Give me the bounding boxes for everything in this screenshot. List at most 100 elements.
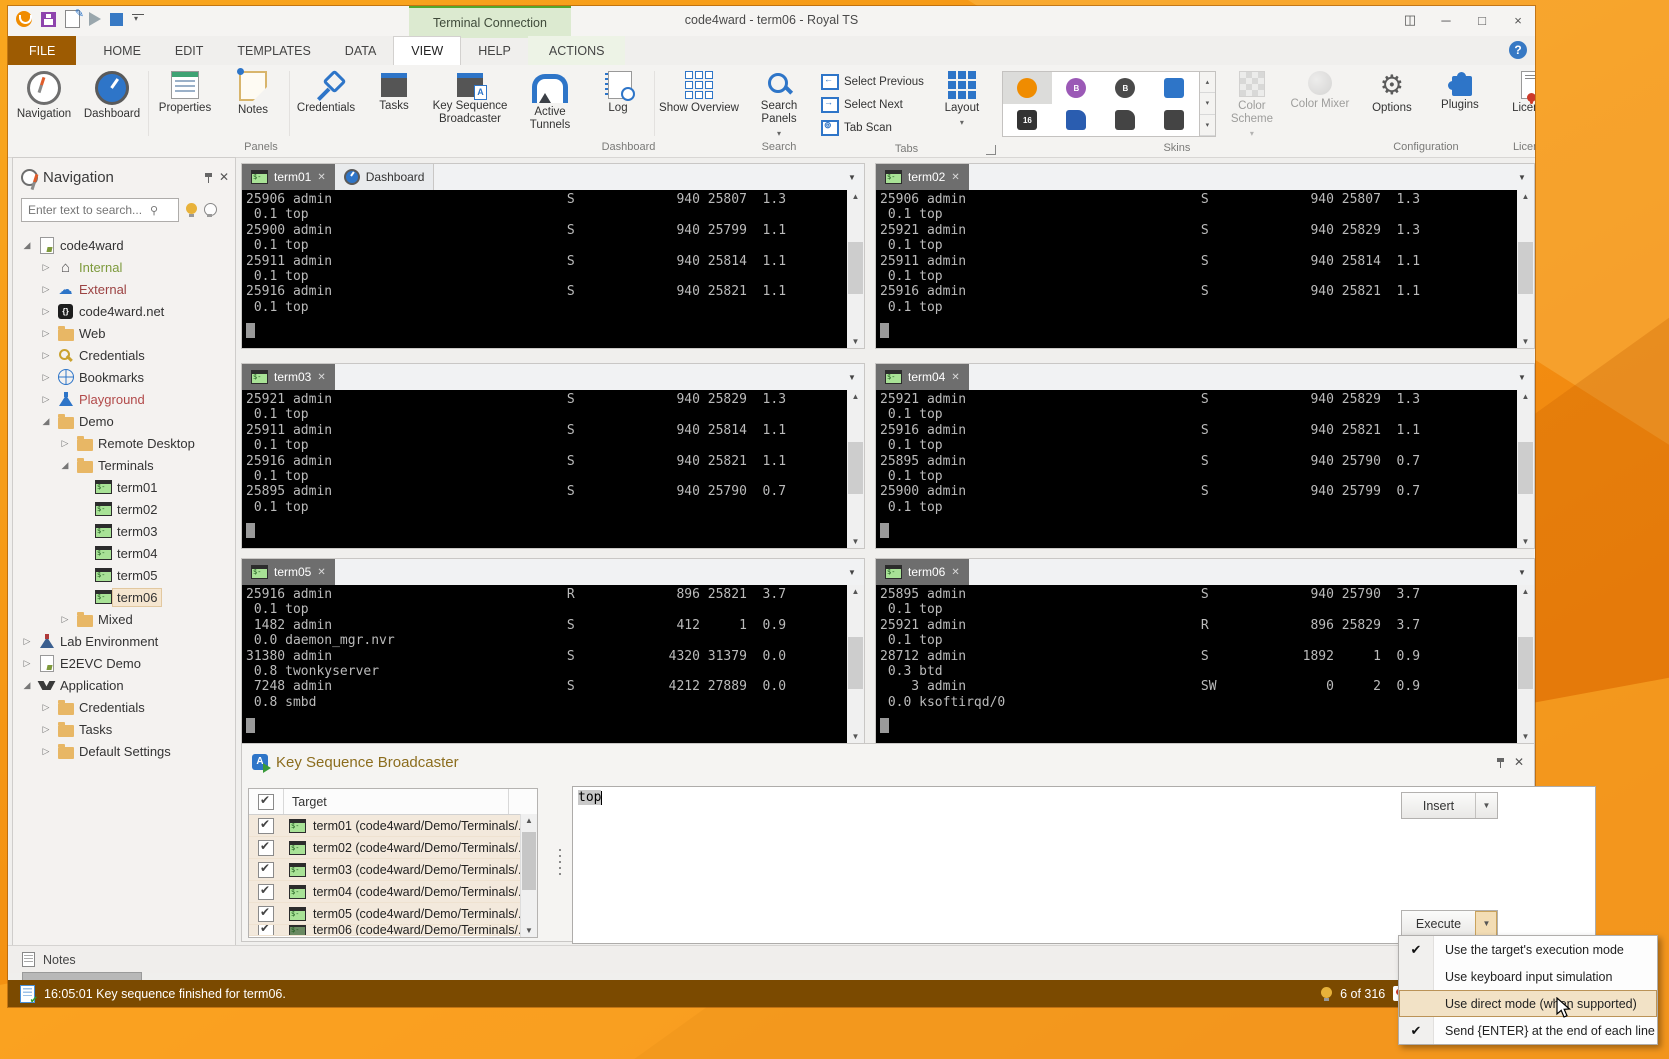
pane-dropdown-icon[interactable]: ▼: [842, 164, 862, 190]
tree-item-terminals[interactable]: ◢Terminals: [13, 454, 233, 476]
target-list-scrollbar[interactable]: ▲ ▼: [520, 814, 537, 937]
tree-expander-icon[interactable]: ◢: [59, 460, 71, 471]
target-row-6[interactable]: term06 (code4ward/Demo/Terminals/...: [249, 925, 537, 936]
active-tunnels-button[interactable]: Active Tunnels: [516, 67, 584, 132]
close-icon[interactable]: ×: [1507, 10, 1529, 30]
skin-blue-phone[interactable]: [1150, 72, 1199, 104]
scroll-down-icon[interactable]: ▼: [847, 337, 864, 346]
terminal-screen-term01[interactable]: 25906 admin S 940 25807 1.3 0.1 top 2590…: [242, 190, 864, 348]
close-tab-icon[interactable]: ✕: [317, 372, 325, 383]
terminal-scrollbar[interactable]: ▲▼: [847, 585, 864, 743]
scrollbar-thumb[interactable]: [522, 832, 536, 890]
tab-home[interactable]: HOME: [86, 36, 158, 65]
tree-item-term02[interactable]: term02: [13, 498, 233, 520]
license-button[interactable]: License: [1498, 67, 1535, 115]
target-row-2[interactable]: term02 (code4ward/Demo/Terminals/...: [249, 837, 537, 859]
display-options-icon[interactable]: ◫: [1399, 10, 1421, 30]
tree-item-playground[interactable]: ▷Playground: [13, 388, 233, 410]
select-next-button[interactable]: Select Next: [821, 94, 924, 115]
tab-templates[interactable]: TEMPLATES: [220, 36, 327, 65]
tab-term02[interactable]: term02✕: [876, 164, 969, 190]
target-row-3[interactable]: term03 (code4ward/Demo/Terminals/...: [249, 859, 537, 881]
target-checkbox[interactable]: [249, 818, 283, 834]
terminal-screen-term04[interactable]: 25921 admin S 940 25829 1.3 0.1 top 2591…: [876, 390, 1534, 548]
scrollbar-thumb[interactable]: [848, 637, 863, 689]
tab-term05[interactable]: term05✕: [242, 559, 335, 585]
tree-expander-icon[interactable]: ▷: [40, 746, 52, 757]
tree-item-code4ward.net[interactable]: ▷{}code4ward.net: [13, 300, 233, 322]
tree-item-lab-environment[interactable]: ▷Lab Environment: [13, 630, 233, 652]
log-button[interactable]: Log: [584, 67, 652, 115]
tree-item-term05[interactable]: term05: [13, 564, 233, 586]
target-checkbox[interactable]: [249, 840, 283, 856]
pane-dropdown-icon[interactable]: ▼: [842, 364, 862, 390]
properties-button[interactable]: Properties: [151, 67, 219, 115]
layout-button[interactable]: Layout▾: [928, 67, 996, 127]
skin-office-dark[interactable]: [1101, 104, 1150, 136]
execute-button[interactable]: Execute ▼: [1401, 910, 1498, 937]
tree-expander-icon[interactable]: ▷: [40, 262, 52, 273]
search-panels-button[interactable]: Search Panels▾: [745, 67, 813, 138]
plugins-button[interactable]: Plugins: [1426, 67, 1494, 112]
select-previous-button[interactable]: Select Previous: [821, 71, 924, 92]
tree-item-application[interactable]: ◢Application: [13, 674, 233, 696]
tree-expander-icon[interactable]: ▷: [40, 328, 52, 339]
show-overview-button[interactable]: Show Overview: [657, 67, 741, 115]
tree-item-e2evc-demo[interactable]: ▷E2EVC Demo: [13, 652, 233, 674]
options-button[interactable]: ⚙Options: [1358, 67, 1426, 115]
tree-expander-icon[interactable]: ◢: [40, 416, 52, 427]
tab-actions[interactable]: ACTIONS: [532, 36, 622, 65]
close-tab-icon[interactable]: ✕: [317, 172, 325, 183]
tree-expander-icon[interactable]: ▷: [21, 658, 33, 669]
gallery-more-icon[interactable]: ▾: [1200, 115, 1215, 136]
tree-expander-icon[interactable]: ◢: [21, 680, 33, 691]
dialog-launcher-icon[interactable]: [986, 145, 996, 155]
pin-icon[interactable]: [1495, 757, 1506, 768]
tree-item-web[interactable]: ▷Web: [13, 322, 233, 344]
scrollbar-thumb[interactable]: [1518, 442, 1533, 494]
close-icon[interactable]: ✕: [219, 172, 229, 183]
menu-item-1[interactable]: ✔Use the target's execution mode: [1399, 936, 1657, 963]
skin-dark-16[interactable]: 16: [1003, 104, 1052, 136]
terminal-screen-term03[interactable]: 25921 admin S 940 25829 1.3 0.1 top 2591…: [242, 390, 864, 548]
scroll-up-icon[interactable]: ▲: [521, 816, 537, 825]
tree-item-demo[interactable]: ◢Demo: [13, 410, 233, 432]
credentials-button[interactable]: Credentials: [292, 67, 360, 115]
navigation-button[interactable]: Navigation: [10, 67, 78, 121]
terminal-scrollbar[interactable]: ▲▼: [1517, 585, 1534, 743]
tree-item-internal[interactable]: ▷⌂Internal: [13, 256, 233, 278]
key-sequence-broadcaster-button[interactable]: Key Sequence Broadcaster: [428, 67, 512, 126]
close-tab-icon[interactable]: ✕: [317, 567, 325, 578]
tree-expander-icon[interactable]: ▷: [40, 702, 52, 713]
terminal-scrollbar[interactable]: ▲▼: [847, 190, 864, 348]
close-tab-icon[interactable]: ✕: [951, 567, 959, 578]
scroll-down-icon[interactable]: ▼: [521, 926, 537, 935]
terminal-scrollbar[interactable]: ▲▼: [847, 390, 864, 548]
scrollbar-thumb[interactable]: [848, 442, 863, 494]
tab-dashboard[interactable]: Dashboard✕: [335, 164, 435, 190]
maximize-icon[interactable]: □: [1471, 10, 1493, 30]
tree-item-mixed[interactable]: ▷Mixed: [13, 608, 233, 630]
tree-expander-icon[interactable]: ▷: [59, 614, 71, 625]
close-tab-icon[interactable]: ✕: [951, 372, 959, 383]
skin-royalts-orange[interactable]: [1003, 72, 1052, 104]
tree-item-remote-desktop[interactable]: ▷Remote Desktop: [13, 432, 233, 454]
scroll-up-icon[interactable]: ▲: [1517, 587, 1534, 596]
tree-item-term03[interactable]: term03: [13, 520, 233, 542]
scrollbar-thumb[interactable]: [1518, 242, 1533, 294]
tree-item-external[interactable]: ▷☁External: [13, 278, 233, 300]
tree-expander-icon[interactable]: ▷: [40, 724, 52, 735]
terminal-screen-term02[interactable]: 25906 admin S 940 25807 1.3 0.1 top 2592…: [876, 190, 1534, 348]
pane-dropdown-icon[interactable]: ▼: [1512, 364, 1532, 390]
skin-dark-phone[interactable]: [1150, 104, 1199, 136]
tree-item-bookmarks[interactable]: ▷Bookmarks: [13, 366, 233, 388]
scroll-up-icon[interactable]: ▲: [1517, 392, 1534, 401]
scroll-up-icon[interactable]: ▲: [847, 587, 864, 596]
tab-term03[interactable]: term03✕: [242, 364, 335, 390]
tab-data[interactable]: DATA: [328, 36, 393, 65]
help-icon[interactable]: ?: [1509, 41, 1527, 59]
skin-purple[interactable]: B: [1052, 72, 1101, 104]
tree-item-term06[interactable]: term06: [13, 586, 233, 608]
tab-term01[interactable]: term01✕: [242, 164, 335, 190]
scrollbar-thumb[interactable]: [1518, 637, 1533, 689]
